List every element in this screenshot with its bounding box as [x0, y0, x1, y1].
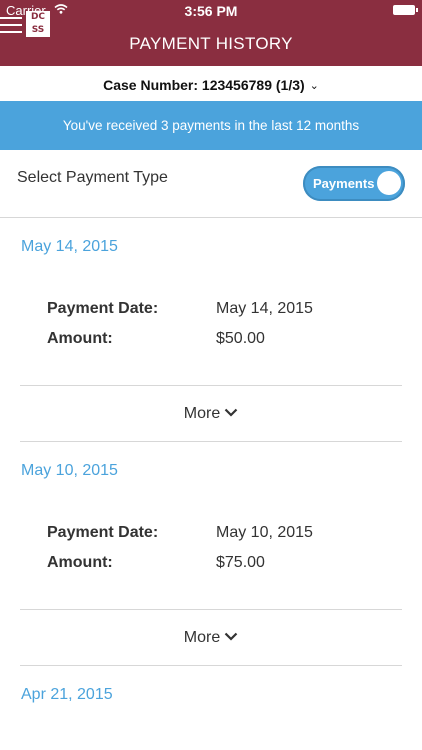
divider — [20, 385, 402, 386]
more-label: More — [183, 629, 221, 646]
payment-type-row: Select Payment Type Payments — [0, 150, 422, 218]
case-number-label: Case Number: 123456789 (1/3) — [103, 77, 305, 93]
payment-card: May 14, 2015 Payment Date: May 14, 2015 … — [0, 217, 422, 442]
divider — [20, 609, 402, 610]
amount-label: Amount: — [47, 554, 113, 571]
chevron-down-icon: ⌄ — [309, 80, 319, 92]
payment-date-label: Payment Date: — [47, 524, 159, 541]
payment-heading-date: May 14, 2015 — [21, 238, 118, 255]
payment-type-toggle[interactable]: Payments — [303, 166, 405, 201]
case-number-selector[interactable]: Case Number: 123456789 (1/3) ⌄ — [0, 66, 422, 101]
battery-icon — [393, 5, 418, 15]
more-button[interactable]: More — [0, 629, 422, 647]
payment-date-value: May 10, 2015 — [216, 524, 313, 541]
payment-card: May 10, 2015 Payment Date: May 10, 2015 … — [0, 441, 422, 666]
payment-date-label: Payment Date: — [47, 300, 159, 317]
chevron-down-icon — [224, 408, 238, 417]
chevron-down-icon — [224, 632, 238, 641]
status-time: 3:56 PM — [184, 3, 238, 19]
amount-value: $50.00 — [216, 330, 265, 347]
page-title: PAYMENT HISTORY — [129, 34, 293, 53]
payments-summary-banner: You've received 3 payments in the last 1… — [0, 101, 422, 150]
banner-text: You've received 3 payments in the last 1… — [62, 118, 360, 133]
payment-date-value: May 14, 2015 — [216, 300, 313, 317]
payment-heading-date: Apr 21, 2015 — [21, 686, 113, 703]
hamburger-menu-icon[interactable] — [0, 17, 22, 33]
amount-label: Amount: — [47, 330, 113, 347]
payment-card: Apr 21, 2015 — [0, 665, 422, 750]
more-label: More — [183, 405, 221, 422]
toggle-label: Payments — [313, 176, 375, 191]
toggle-knob — [377, 171, 401, 195]
more-button[interactable]: More — [0, 405, 422, 423]
app-header: Carrier 3:56 PM DC SS PAYMENT HISTORY — [0, 0, 422, 66]
payment-heading-date: May 10, 2015 — [21, 462, 118, 479]
amount-value: $75.00 — [216, 554, 265, 571]
payment-type-label: Select Payment Type — [17, 169, 168, 186]
